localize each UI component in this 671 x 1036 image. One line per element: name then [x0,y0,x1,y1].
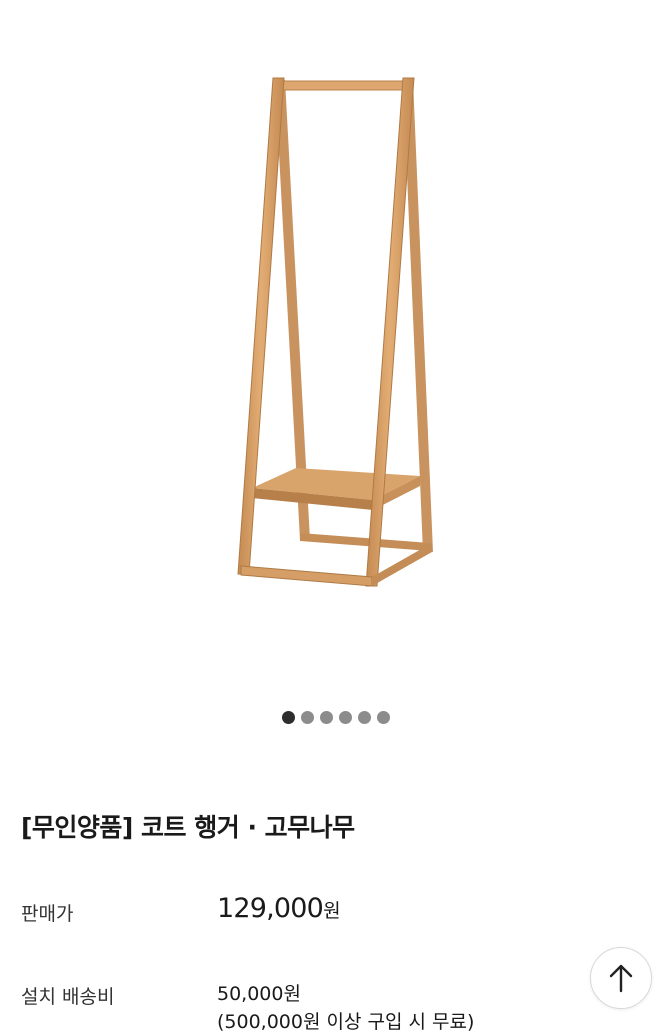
gallery-dot[interactable] [281,711,295,724]
shipping-label: 설치 배송비 [21,986,115,1008]
price-amount: 129,000 [217,893,324,924]
shipping-info: 50,000원 (500,000원 이상 구입 시 무료) [217,980,474,1036]
price-label: 판매가 [21,903,74,925]
gallery-dot[interactable] [319,711,333,724]
gallery-dot[interactable] [300,711,314,724]
gallery-dot[interactable] [357,711,371,724]
price-value: 129,000원 [217,893,341,924]
gallery-pagination [0,711,671,724]
product-title: [무인양품] 코트 행거 · 고무나무 [21,813,355,842]
coat-hanger-illustration [237,77,433,587]
product-image[interactable] [0,0,671,690]
gallery-dot[interactable] [338,711,352,724]
arrow-up-icon [609,964,633,993]
shipping-fee: 50,000원 [217,983,301,1005]
scroll-top-button[interactable] [590,947,652,1009]
gallery-dot[interactable] [376,711,390,724]
shipping-note: (500,000원 이상 구입 시 무료) [217,1011,475,1033]
price-unit: 원 [323,900,341,922]
